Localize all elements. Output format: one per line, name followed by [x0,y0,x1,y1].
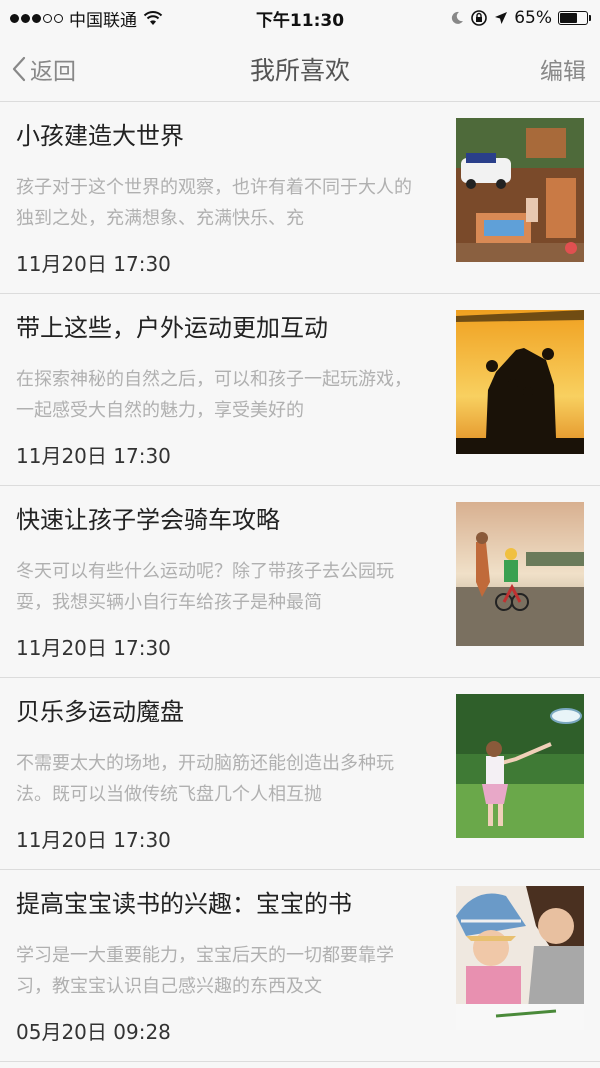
toy-city-image [456,118,584,262]
status-right: 65% [450,8,591,28]
girl-frisbee-image [456,694,584,838]
back-button[interactable]: 返回 [12,52,76,86]
item-title: 带上这些，户外运动更加互动 [16,314,328,342]
battery-percent: 65% [514,8,552,28]
list-item[interactable]: 带上这些，户外运动更加互动 在探索神秘的自然之后，可以和孩子一起玩游戏，一起感受… [0,294,600,486]
item-date: 05月20日 09:28 [16,1020,171,1044]
edit-button[interactable]: 编辑 [540,52,586,86]
item-thumbnail [456,886,584,1030]
chevron-left-icon [12,56,26,81]
item-summary: 学习是一大重要能力，宝宝后天的一切都要靠学习，教宝宝认识自己感兴趣的东西及文 [16,945,394,997]
wifi-icon [143,11,163,25]
item-date: 11月20日 17:30 [16,444,171,468]
favorites-list: 小孩建造大世界 孩子对于这个世界的观察，也许有着不同于大人的独到之处，充满想象、… [0,102,600,1062]
list-item[interactable]: 提高宝宝读书的兴趣：宝宝的书 学习是一大重要能力，宝宝后天的一切都要靠学习，教宝… [0,870,600,1062]
item-thumbnail [456,694,584,838]
page-title: 我所喜欢 [249,55,350,85]
list-item[interactable]: 贝乐多运动魔盘 不需要太大的场地，开动脑筋还能创造出多种玩法。既可以当做传统飞盘… [0,678,600,870]
orientation-lock-icon [471,10,488,26]
item-title: 贝乐多运动魔盘 [16,698,184,726]
item-summary: 在探索神秘的自然之后，可以和孩子一起玩游戏，一起感受大自然的魅力，享受美好的 [16,369,412,421]
back-label: 返回 [30,58,76,85]
list-item[interactable]: 快速让孩子学会骑车攻略 冬天可以有些什么运动呢？除了带孩子去公园玩耍，我想买辆小… [0,486,600,678]
moon-icon [452,11,464,24]
item-title: 提高宝宝读书的兴趣：宝宝的书 [16,890,352,918]
item-date: 11月20日 17:30 [16,828,171,852]
item-title: 小孩建造大世界 [16,122,184,150]
item-title: 快速让孩子学会骑车攻略 [16,506,280,534]
list-item[interactable]: 小孩建造大世界 孩子对于这个世界的观察，也许有着不同于大人的独到之处，充满想象、… [0,102,600,294]
item-summary: 孩子对于这个世界的观察，也许有着不同于大人的独到之处，充满想象、充满快乐、充 [16,177,412,229]
signal-strength-icon [10,13,63,23]
item-thumbnail [456,502,584,646]
carrier-label: 中国联通 [69,10,137,31]
mother-child-reading-image [456,886,584,1030]
status-left: 中国联通 [10,6,163,31]
kid-bicycle-image [456,502,584,646]
item-thumbnail [456,118,584,262]
location-arrow-icon [495,12,508,24]
navigation-bar: 返回 我所喜欢 编辑 [0,36,600,102]
item-date: 11月20日 17:30 [16,636,171,660]
item-thumbnail [456,310,584,454]
item-summary: 不需要太大的场地，开动脑筋还能创造出多种玩法。既可以当做传统飞盘几个人相互抛 [16,753,394,805]
status-bar: 中国联通 下午11:30 65% [0,0,600,36]
item-date: 11月20日 17:30 [16,252,171,276]
battery-icon [558,11,591,25]
family-sunset-image [456,310,584,454]
item-summary: 冬天可以有些什么运动呢？除了带孩子去公园玩耍，我想买辆小自行车给孩子是种最简 [16,561,394,613]
